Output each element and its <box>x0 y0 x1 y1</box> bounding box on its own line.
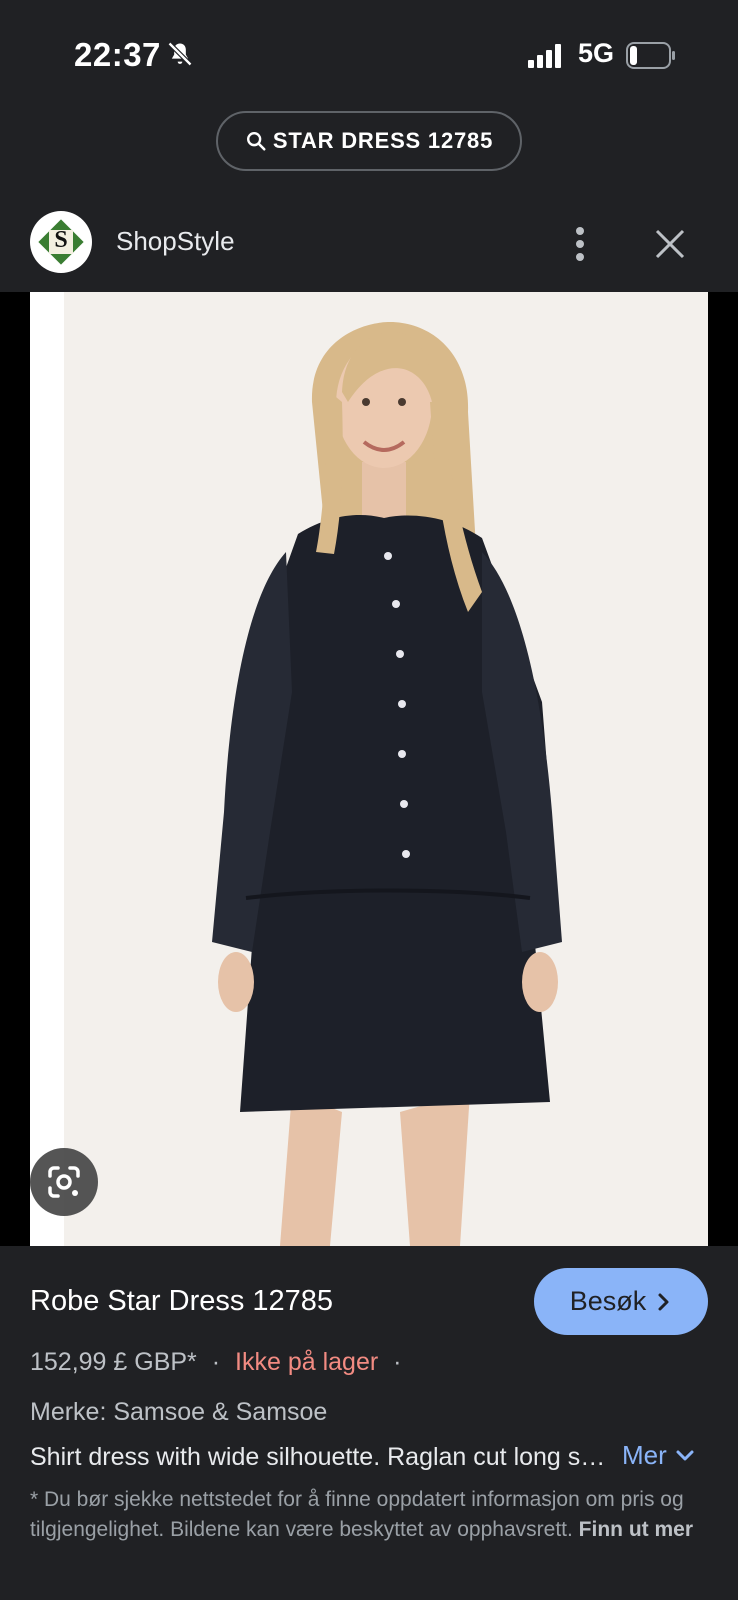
google-lens-button[interactable] <box>30 1148 98 1216</box>
visit-label: Besøk <box>569 1286 647 1316</box>
stock-status: Ikke på lager <box>235 1348 379 1376</box>
separator: · <box>211 1348 221 1376</box>
disclaimer: * Du bør sjekke nettstedet for å finne o… <box>30 1485 710 1545</box>
product-image-area <box>0 292 738 1246</box>
search-icon <box>246 132 266 151</box>
model-photo <box>30 292 562 1246</box>
more-button[interactable]: Mer <box>622 1440 695 1471</box>
network-type: 5G <box>578 38 615 68</box>
search-query-text: STAR DRESS 12785 <box>272 128 494 153</box>
more-vert-icon[interactable] <box>566 222 594 266</box>
product-price: 152,99 £ GBP* <box>30 1348 197 1376</box>
product-title: Robe Star Dress 12785 <box>30 1285 334 1317</box>
signal-icon <box>528 44 561 68</box>
product-description: Shirt dress with wide silhouette. Raglan… <box>30 1443 610 1471</box>
status-time: 22:37 <box>74 36 161 73</box>
status-bar: 22:37 5G <box>0 0 738 100</box>
learn-more-link[interactable]: Finn ut mer <box>579 1518 693 1541</box>
lens-icon <box>48 1166 80 1198</box>
source-logo[interactable]: S <box>30 211 92 273</box>
battery-icon <box>626 42 675 69</box>
chevron-right-icon <box>658 1293 669 1310</box>
separator: · <box>393 1348 402 1376</box>
search-query-chip[interactable]: STAR DRESS 12785 <box>216 111 522 171</box>
close-icon[interactable] <box>652 224 688 264</box>
price-line: 152,99 £ GBP* · Ikke på lager · <box>30 1348 401 1377</box>
product-image[interactable] <box>30 292 708 1246</box>
source-name[interactable]: ShopStyle <box>116 226 235 257</box>
visit-button[interactable]: Besøk <box>534 1268 708 1335</box>
logo-letter: S <box>54 227 68 253</box>
bell-muted-icon <box>167 41 193 67</box>
chevron-down-icon <box>676 1450 694 1460</box>
more-label: Mer <box>622 1440 667 1470</box>
product-brand: Merke: Samsoe & Samsoe <box>30 1398 328 1426</box>
